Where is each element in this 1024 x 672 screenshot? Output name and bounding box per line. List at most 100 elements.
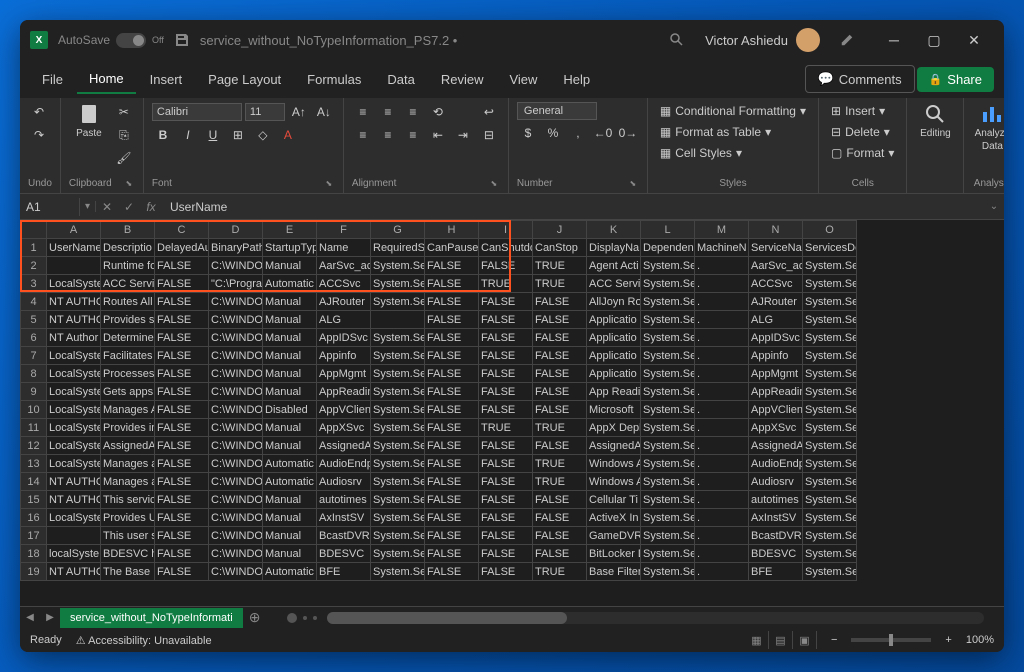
data-cell[interactable]: Manual (263, 527, 317, 545)
align-left-button[interactable]: ≡ (352, 125, 374, 145)
data-cell[interactable]: FALSE (425, 563, 479, 581)
copy-button[interactable]: ⎘ (113, 125, 135, 145)
comma-button[interactable]: , (567, 123, 589, 143)
data-cell[interactable]: FALSE (155, 401, 209, 419)
pencil-icon[interactable] (840, 33, 854, 47)
paste-button[interactable]: Paste (69, 102, 109, 139)
merge-button[interactable]: ⊟ (478, 125, 500, 145)
data-cell[interactable]: C:\WINDO (209, 365, 263, 383)
col-header-G[interactable]: G (371, 221, 425, 239)
zoom-in-button[interactable]: + (945, 634, 951, 646)
data-cell[interactable]: FALSE (479, 509, 533, 527)
spreadsheet-grid[interactable]: ABCDEFGHIJKLMNO1UserNameDescriptioDelaye… (20, 220, 1004, 606)
data-cell[interactable]: LocalSyste (47, 383, 101, 401)
data-cell[interactable]: Manual (263, 383, 317, 401)
data-cell[interactable]: FALSE (533, 365, 587, 383)
data-cell[interactable]: FALSE (155, 383, 209, 401)
menu-page-layout[interactable]: Page Layout (196, 66, 293, 93)
col-header-E[interactable]: E (263, 221, 317, 239)
data-cell[interactable]: TRUE (533, 455, 587, 473)
data-cell[interactable]: FALSE (425, 311, 479, 329)
data-cell[interactable]: FALSE (425, 437, 479, 455)
data-cell[interactable]: AxInstSV (749, 509, 803, 527)
data-cell[interactable]: AppMgmt (749, 365, 803, 383)
data-cell[interactable]: System.Se (641, 455, 695, 473)
data-cell[interactable]: Audiosrv (749, 473, 803, 491)
decrease-indent-button[interactable]: ⇤ (427, 125, 449, 145)
col-header-N[interactable]: N (749, 221, 803, 239)
data-cell[interactable]: Manages a (101, 473, 155, 491)
data-cell[interactable]: C:\WINDO (209, 329, 263, 347)
data-cell[interactable]: Manual (263, 257, 317, 275)
data-cell[interactable]: FALSE (155, 257, 209, 275)
data-cell[interactable]: . (695, 293, 749, 311)
row-header-8[interactable]: 8 (21, 365, 47, 383)
tab-next-button[interactable]: ▶ (40, 612, 60, 623)
data-cell[interactable]: TRUE (479, 275, 533, 293)
data-cell[interactable]: C:\WINDO (209, 293, 263, 311)
data-cell[interactable]: System.Se (641, 473, 695, 491)
data-cell[interactable]: Microsoft (587, 401, 641, 419)
data-cell[interactable] (47, 527, 101, 545)
data-cell[interactable]: FALSE (425, 347, 479, 365)
data-cell[interactable]: . (695, 527, 749, 545)
data-cell[interactable]: TRUE (533, 257, 587, 275)
data-cell[interactable]: FALSE (425, 527, 479, 545)
data-cell[interactable]: ALG (317, 311, 371, 329)
maximize-button[interactable]: ▢ (914, 20, 954, 60)
name-box[interactable]: A1 (20, 198, 80, 216)
data-cell[interactable]: TRUE (533, 275, 587, 293)
data-cell[interactable]: ActiveX In (587, 509, 641, 527)
data-cell[interactable]: AppIDSvc (317, 329, 371, 347)
data-cell[interactable]: FALSE (155, 311, 209, 329)
data-cell[interactable]: System.Se (803, 563, 857, 581)
wrap-text-button[interactable]: ↩ (478, 102, 500, 122)
data-cell[interactable]: System.Se (641, 257, 695, 275)
data-cell[interactable]: System.Se (641, 527, 695, 545)
row-header-16[interactable]: 16 (21, 509, 47, 527)
data-cell[interactable]: Processes (101, 365, 155, 383)
analyze-data-button[interactable]: Analyze Data (972, 102, 1004, 152)
select-all-cell[interactable] (21, 221, 47, 239)
data-cell[interactable]: C:\WINDO (209, 563, 263, 581)
data-cell[interactable]: TRUE (533, 563, 587, 581)
data-cell[interactable]: ACCSvc (317, 275, 371, 293)
number-launcher[interactable]: ⬊ (627, 177, 639, 189)
comments-button[interactable]: 💬 Comments (805, 65, 915, 93)
menu-review[interactable]: Review (429, 66, 496, 93)
data-cell[interactable]: FALSE (533, 545, 587, 563)
data-cell[interactable]: NT AUTHO (47, 473, 101, 491)
data-cell[interactable]: ACCSvc (749, 275, 803, 293)
data-cell[interactable]: NT AUTHO (47, 311, 101, 329)
data-cell[interactable]: FALSE (533, 383, 587, 401)
data-cell[interactable]: FALSE (425, 329, 479, 347)
data-cell[interactable]: FALSE (425, 473, 479, 491)
data-cell[interactable]: FALSE (425, 257, 479, 275)
bold-button[interactable]: B (152, 125, 174, 145)
data-cell[interactable]: FALSE (155, 365, 209, 383)
align-right-button[interactable]: ≡ (402, 125, 424, 145)
zoom-level[interactable]: 100% (966, 634, 994, 646)
data-cell[interactable]: FALSE (479, 563, 533, 581)
data-cell[interactable]: AppMgmt (317, 365, 371, 383)
font-size-select[interactable] (245, 103, 285, 121)
data-cell[interactable]: C:\WINDO (209, 491, 263, 509)
menu-home[interactable]: Home (77, 65, 136, 94)
data-cell[interactable]: System.Se (803, 329, 857, 347)
data-cell[interactable]: FALSE (155, 545, 209, 563)
data-cell[interactable]: Manual (263, 509, 317, 527)
data-cell[interactable]: . (695, 419, 749, 437)
font-launcher[interactable]: ⬊ (323, 177, 335, 189)
save-icon[interactable] (174, 32, 190, 48)
data-cell[interactable]: AssignedA (587, 437, 641, 455)
data-cell[interactable]: System.Se (803, 293, 857, 311)
data-cell[interactable] (47, 257, 101, 275)
data-cell[interactable]: AppXSvc (749, 419, 803, 437)
font-name-select[interactable] (152, 103, 242, 121)
data-cell[interactable]: . (695, 347, 749, 365)
col-header-I[interactable]: I (479, 221, 533, 239)
row-header-11[interactable]: 11 (21, 419, 47, 437)
data-cell[interactable]: System.Se (371, 473, 425, 491)
data-cell[interactable]: System.Se (641, 509, 695, 527)
data-cell[interactable]: System.Se (803, 365, 857, 383)
